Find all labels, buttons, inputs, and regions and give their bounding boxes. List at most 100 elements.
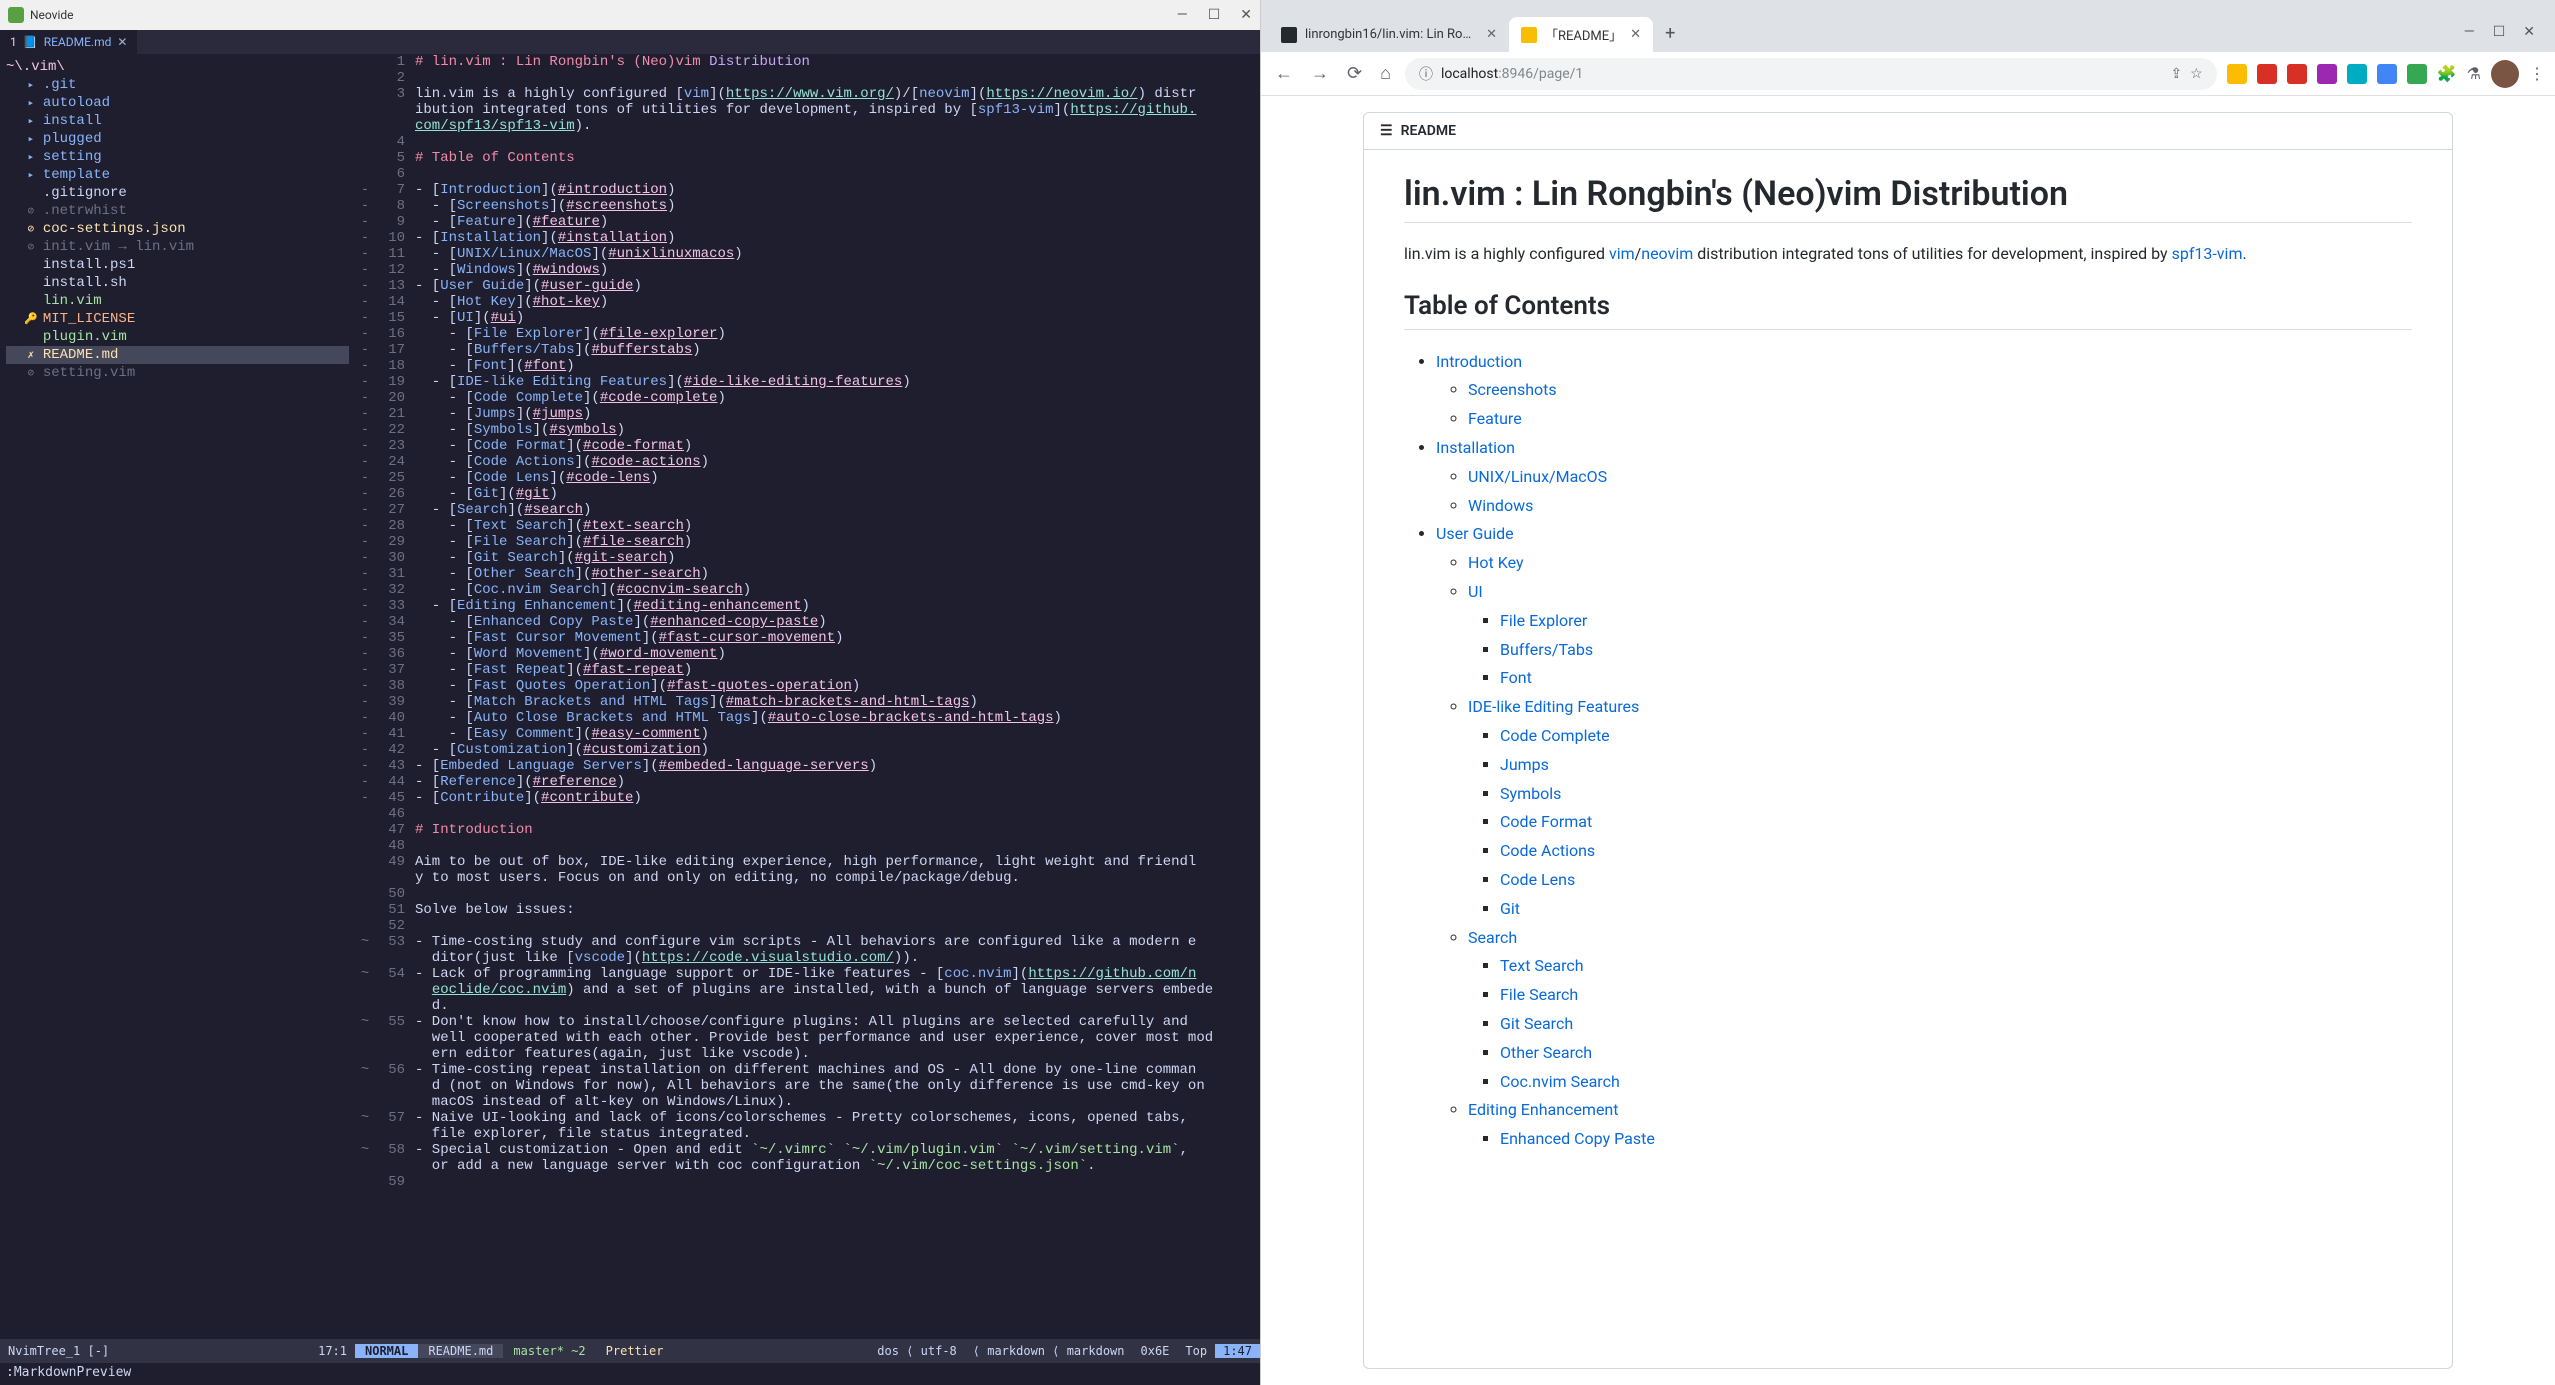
code-line[interactable]: -45- [Contribute](#contribute) — [355, 790, 1260, 806]
code-line[interactable]: -14 - [Hot Key](#hot-key) — [355, 294, 1260, 310]
code-line[interactable]: -33 - [Editing Enhancement](#editing-enh… — [355, 598, 1260, 614]
file-tree[interactable]: ~\.vim\ ▸.git ▸autoload ▸install ▸plugge… — [0, 54, 355, 1339]
home-button[interactable]: ⌂ — [1376, 59, 1395, 88]
code-line[interactable]: -29 - [File Search](#file-search) — [355, 534, 1260, 550]
code-line[interactable]: -21 - [Jumps](#jumps) — [355, 406, 1260, 422]
bookmark-icon[interactable]: ☆ — [2190, 66, 2203, 82]
code-line[interactable]: y to most users. Focus on and only on ed… — [355, 870, 1260, 886]
extension-icon[interactable] — [2347, 64, 2367, 84]
toc-link[interactable]: Git — [1500, 899, 1520, 918]
browser-tab[interactable]: 「README」✕ — [1509, 17, 1653, 52]
toc-link[interactable]: Text Search — [1500, 956, 1584, 975]
code-line[interactable]: -25 - [Code Lens](#code-lens) — [355, 470, 1260, 486]
vim-link[interactable]: vim — [1609, 244, 1635, 263]
code-line[interactable]: 5# Table of Contents — [355, 150, 1260, 166]
code-line[interactable]: -43- [Embeded Language Servers](#embeded… — [355, 758, 1260, 774]
browser-maximize-button[interactable]: ☐ — [2493, 24, 2506, 40]
code-line[interactable]: 52 — [355, 918, 1260, 934]
code-line[interactable]: -31 - [Other Search](#other-search) — [355, 566, 1260, 582]
browser-close-button[interactable]: ✕ — [2523, 24, 2535, 40]
code-line[interactable]: -11 - [UNIX/Linux/MacOS](#unixlinuxmacos… — [355, 246, 1260, 262]
code-line[interactable]: -39 - [Match Brackets and HTML Tags](#ma… — [355, 694, 1260, 710]
code-line[interactable]: com/spf13/spf13-vim). — [355, 118, 1260, 134]
code-line[interactable]: 4 — [355, 134, 1260, 150]
toc-link[interactable]: Installation — [1436, 438, 1515, 457]
command-line[interactable]: :MarkdownPreview — [0, 1363, 1260, 1385]
toc-link[interactable]: Code Format — [1500, 812, 1592, 831]
toc-link[interactable]: Editing Enhancement — [1468, 1100, 1619, 1119]
code-line[interactable]: file explorer, file status integrated. — [355, 1126, 1260, 1142]
code-line[interactable]: ~56- Time-costing repeat installation on… — [355, 1062, 1260, 1078]
code-line[interactable]: -35 - [Fast Cursor Movement](#fast-curso… — [355, 630, 1260, 646]
code-line[interactable]: eoclide/coc.nvim) and a set of plugins a… — [355, 982, 1260, 998]
code-line[interactable]: -32 - [Coc.nvim Search](#cocnvim-search) — [355, 582, 1260, 598]
toc-link[interactable]: Screenshots — [1468, 380, 1557, 399]
code-line[interactable]: ~58- Special customization - Open and ed… — [355, 1142, 1260, 1158]
toc-link[interactable]: Hot Key — [1468, 553, 1524, 572]
code-line[interactable]: -17 - [Buffers/Tabs](#bufferstabs) — [355, 342, 1260, 358]
code-line[interactable]: -34 - [Enhanced Copy Paste](#enhanced-co… — [355, 614, 1260, 630]
tab-close-icon[interactable]: ✕ — [117, 35, 127, 49]
code-line[interactable]: -37 - [Fast Repeat](#fast-repeat) — [355, 662, 1260, 678]
code-line[interactable]: -7- [Introduction](#introduction) — [355, 182, 1260, 198]
code-line[interactable]: -38 - [Fast Quotes Operation](#fast-quot… — [355, 678, 1260, 694]
toc-link[interactable]: Git Search — [1500, 1014, 1573, 1033]
code-line[interactable]: -12 - [Windows](#windows) — [355, 262, 1260, 278]
code-line[interactable]: -10- [Installation](#installation) — [355, 230, 1260, 246]
code-line[interactable]: -20 - [Code Complete](#code-complete) — [355, 390, 1260, 406]
code-line[interactable]: d (not on Windows for now), All behavior… — [355, 1078, 1260, 1094]
code-line[interactable]: ~55- Don't know how to install/choose/co… — [355, 1014, 1260, 1030]
address-bar[interactable]: ⓘ localhost:8946/page/1 ⇪ ☆ — [1405, 58, 2217, 90]
code-editor[interactable]: 1# lin.vim : Lin Rongbin's (Neo)vim Dist… — [355, 54, 1260, 1339]
tab-close-icon[interactable]: ✕ — [1630, 27, 1641, 42]
tree-item[interactable]: ⊘setting.vim — [6, 364, 349, 382]
toc-link[interactable]: UNIX/Linux/MacOS — [1468, 467, 1607, 486]
code-line[interactable]: d. — [355, 998, 1260, 1014]
code-line[interactable]: 46 — [355, 806, 1260, 822]
tab-close-icon[interactable]: ✕ — [1486, 27, 1497, 42]
tree-item[interactable]: ✗README.md — [6, 346, 349, 364]
code-line[interactable]: -16 - [File Explorer](#file-explorer) — [355, 326, 1260, 342]
editor-tab[interactable]: 1 📘 README.md ✕ — [0, 30, 137, 54]
code-line[interactable]: -18 - [Font](#font) — [355, 358, 1260, 374]
extension-icon[interactable] — [2317, 64, 2337, 84]
tree-item[interactable]: ⊘init.vim → lin.vim — [6, 238, 349, 256]
extension-icon[interactable] — [2257, 64, 2277, 84]
tree-item[interactable]: ▸setting — [6, 148, 349, 166]
code-line[interactable]: -44- [Reference](#reference) — [355, 774, 1260, 790]
toc-link[interactable]: Windows — [1468, 496, 1533, 515]
new-tab-button[interactable]: + — [1653, 15, 1687, 52]
code-line[interactable]: ~57- Naive UI-looking and lack of icons/… — [355, 1110, 1260, 1126]
toc-link[interactable]: Enhanced Copy Paste — [1500, 1129, 1655, 1148]
browser-tab[interactable]: linrongbin16/lin.vim: Lin Rongbi...✕ — [1269, 17, 1509, 52]
code-line[interactable]: 3lin.vim is a highly configured [vim](ht… — [355, 86, 1260, 102]
code-line[interactable]: 1# lin.vim : Lin Rongbin's (Neo)vim Dist… — [355, 54, 1260, 70]
code-line[interactable]: ditor(just like [vscode](https://code.vi… — [355, 950, 1260, 966]
tree-item[interactable]: ▸install — [6, 112, 349, 130]
tree-item[interactable]: ⊘coc-settings.json — [6, 220, 349, 238]
toc-link[interactable]: User Guide — [1436, 524, 1514, 543]
profile-avatar[interactable] — [2491, 60, 2519, 88]
tree-item[interactable]: .gitignore — [6, 184, 349, 202]
code-line[interactable]: well cooperated with each other. Provide… — [355, 1030, 1260, 1046]
code-line[interactable]: 47# Introduction — [355, 822, 1260, 838]
code-line[interactable]: 48 — [355, 838, 1260, 854]
code-line[interactable]: macOS instead of alt-key on Windows/Linu… — [355, 1094, 1260, 1110]
code-line[interactable]: -15 - [UI](#ui) — [355, 310, 1260, 326]
code-line[interactable]: -24 - [Code Actions](#code-actions) — [355, 454, 1260, 470]
list-icon[interactable]: ☰ — [1380, 123, 1393, 139]
minimize-button[interactable]: — — [1177, 7, 1188, 23]
tree-item[interactable]: lin.vim — [6, 292, 349, 310]
code-line[interactable]: ern editor features(again, just like vsc… — [355, 1046, 1260, 1062]
neovim-link[interactable]: neovim — [1641, 244, 1693, 263]
code-line[interactable]: ~53- Time-costing study and configure vi… — [355, 934, 1260, 950]
code-line[interactable]: ~54- Lack of programming language suppor… — [355, 966, 1260, 982]
close-button[interactable]: ✕ — [1240, 7, 1252, 23]
code-line[interactable]: -22 - [Symbols](#symbols) — [355, 422, 1260, 438]
reload-button[interactable]: ⟳ — [1343, 59, 1366, 88]
code-line[interactable]: -9 - [Feature](#feature) — [355, 214, 1260, 230]
code-line[interactable]: ibution integrated tons of utilities for… — [355, 102, 1260, 118]
neovide-titlebar[interactable]: Neovide — ☐ ✕ — [0, 0, 1260, 30]
code-line[interactable]: 59 — [355, 1174, 1260, 1190]
tree-item[interactable]: ▸.git — [6, 76, 349, 94]
